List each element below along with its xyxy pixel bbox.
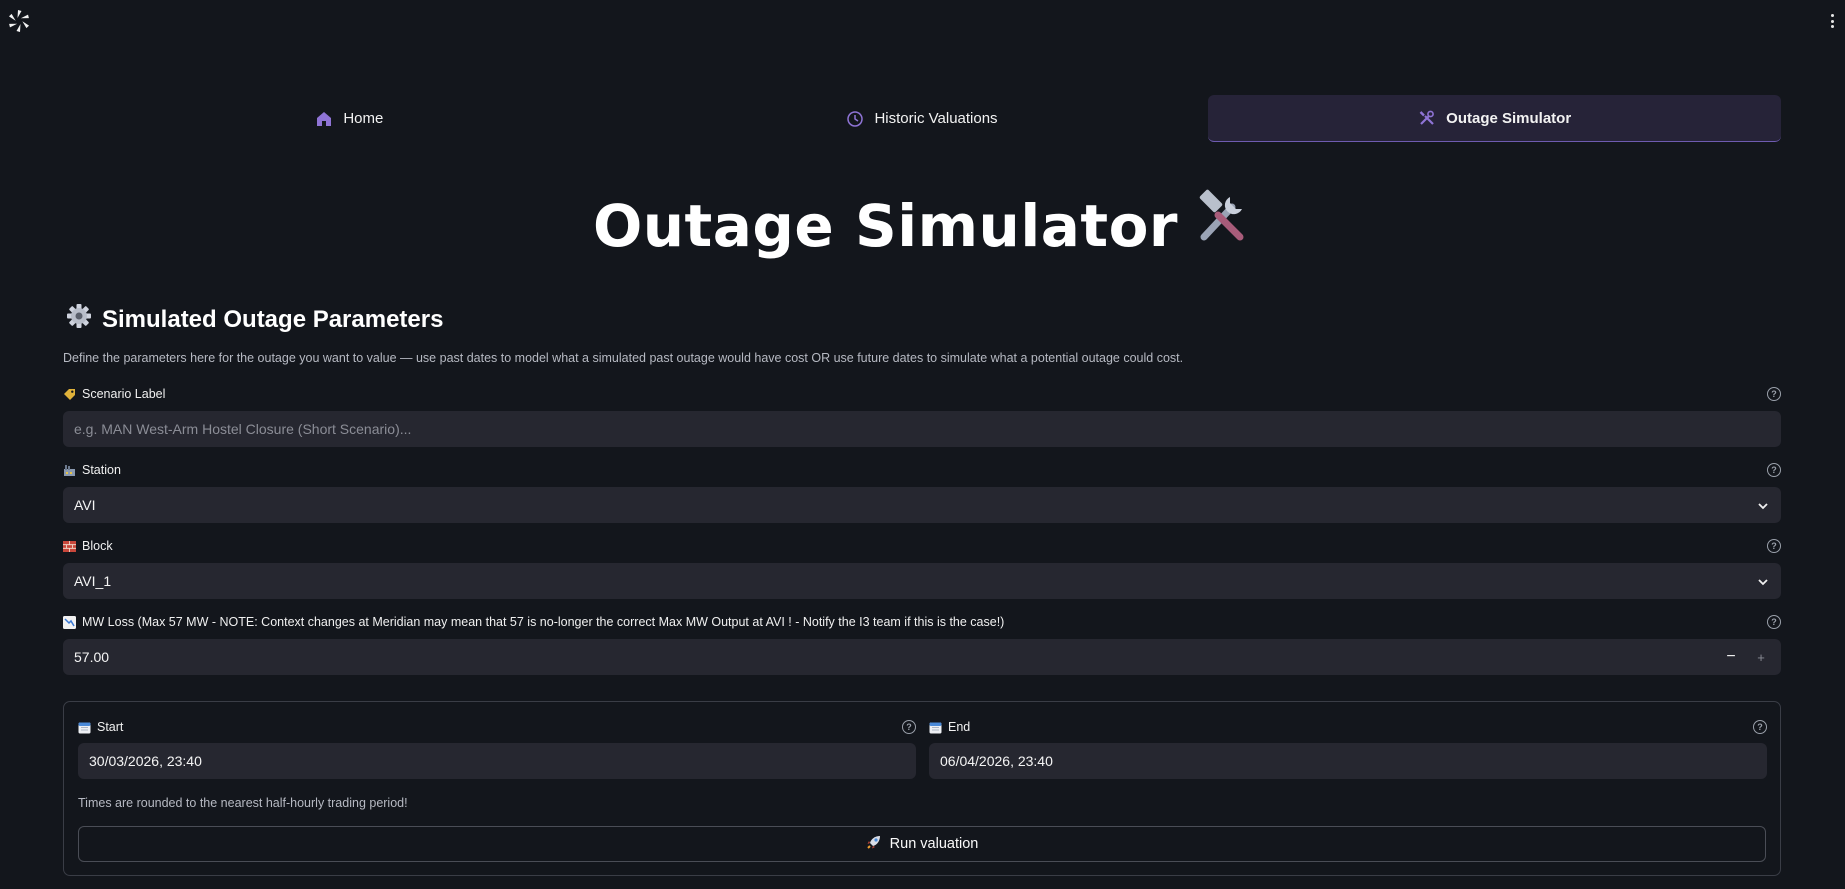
station-select-value: AVI: [74, 497, 96, 513]
tab-outage-simulator[interactable]: Outage Simulator: [1208, 95, 1782, 142]
block-field: Block ? AVI_1: [63, 537, 1781, 599]
page-title: Outage Simulator: [0, 189, 1845, 267]
calendar-icon: [929, 721, 942, 734]
quantity-stepper: − +: [1719, 639, 1773, 675]
end-datetime-input[interactable]: 06/04/2026, 23:40: [929, 743, 1767, 779]
mw-loss-label-text: MW Loss (Max 57 MW - NOTE: Context chang…: [82, 615, 1005, 629]
mw-loss-field: MW Loss (Max 57 MW - NOTE: Context chang…: [63, 613, 1781, 675]
help-icon[interactable]: ?: [1767, 463, 1781, 477]
section-heading-text: Simulated Outage Parameters: [102, 305, 444, 333]
calendar-icon: [78, 721, 91, 734]
start-field: Start ? 30/03/2026, 23:40: [78, 718, 916, 779]
tab-historic-valuations-label: Historic Valuations: [874, 110, 998, 127]
start-datetime-input[interactable]: 30/03/2026, 23:40: [78, 743, 916, 779]
tag-icon: [63, 388, 76, 401]
start-datetime-value: 30/03/2026, 23:40: [89, 753, 202, 769]
help-icon[interactable]: ?: [902, 720, 916, 734]
end-field: End ? 06/04/2026, 23:40: [929, 718, 1767, 779]
block-label: Block: [63, 537, 1781, 555]
scenario-field: Scenario Label ?: [63, 385, 1781, 447]
scenario-input[interactable]: [74, 421, 1770, 437]
section-description: Define the parameters here for the outag…: [63, 351, 1184, 365]
tab-historic-valuations[interactable]: Historic Valuations: [636, 95, 1209, 142]
increment-button[interactable]: +: [1749, 639, 1773, 675]
hammer-and-wrench-icon: [1192, 187, 1252, 261]
station-select[interactable]: AVI: [63, 487, 1781, 523]
brick-icon: [63, 540, 76, 553]
run-valuation-button[interactable]: Run valuation: [78, 826, 1766, 862]
scenario-label-text: Scenario Label: [82, 387, 166, 401]
kebab-menu-icon[interactable]: [1827, 12, 1837, 30]
page-title-text: Outage Simulator: [592, 192, 1179, 260]
chevron-down-icon: [1757, 575, 1769, 587]
block-select-value: AVI_1: [74, 573, 112, 589]
clock-icon: [846, 110, 864, 128]
run-valuation-label: Run valuation: [889, 836, 979, 852]
tab-home[interactable]: Home: [63, 95, 636, 142]
chevron-down-icon: [1757, 499, 1769, 511]
end-datetime-value: 06/04/2026, 23:40: [940, 753, 1053, 769]
help-icon[interactable]: ?: [1767, 615, 1781, 629]
date-form: Start ? 30/03/2026, 23:40 End ? 06/04/20…: [63, 701, 1781, 876]
end-label: End: [929, 718, 1767, 736]
block-label-text: Block: [82, 539, 113, 553]
factory-icon: [63, 464, 76, 477]
top-bar: [0, 0, 1845, 40]
scenario-input-box: [63, 411, 1781, 447]
decrement-button[interactable]: −: [1719, 639, 1743, 675]
mw-loss-input[interactable]: [74, 649, 1770, 665]
mw-loss-label: MW Loss (Max 57 MW - NOTE: Context chang…: [63, 613, 1781, 631]
rounding-note: Times are rounded to the nearest half-ho…: [78, 796, 408, 810]
mw-loss-input-box: − +: [63, 639, 1781, 675]
help-icon[interactable]: ?: [1767, 539, 1781, 553]
station-label-text: Station: [82, 463, 121, 477]
tab-outage-simulator-label: Outage Simulator: [1446, 109, 1572, 127]
scenario-label: Scenario Label: [63, 385, 1781, 403]
start-label: Start: [78, 718, 916, 736]
pinwheel-logo-icon[interactable]: [6, 8, 32, 34]
help-icon[interactable]: ?: [1767, 387, 1781, 401]
section-heading: Simulated Outage Parameters: [66, 303, 443, 336]
chart-decreasing-icon: [63, 615, 76, 629]
end-label-text: End: [948, 720, 971, 734]
rocket-icon: [866, 834, 882, 854]
help-icon[interactable]: ?: [1753, 720, 1767, 734]
page-nav: Home Historic Valuations Outage Simulato…: [63, 95, 1782, 142]
start-label-text: Start: [97, 720, 124, 734]
station-field: Station ? AVI: [63, 461, 1781, 523]
block-select[interactable]: AVI_1: [63, 563, 1781, 599]
station-label: Station: [63, 461, 1781, 479]
tools-icon: [1418, 109, 1436, 127]
tab-home-label: Home: [343, 110, 384, 127]
home-icon: [315, 110, 333, 128]
gear-icon: [66, 303, 92, 336]
